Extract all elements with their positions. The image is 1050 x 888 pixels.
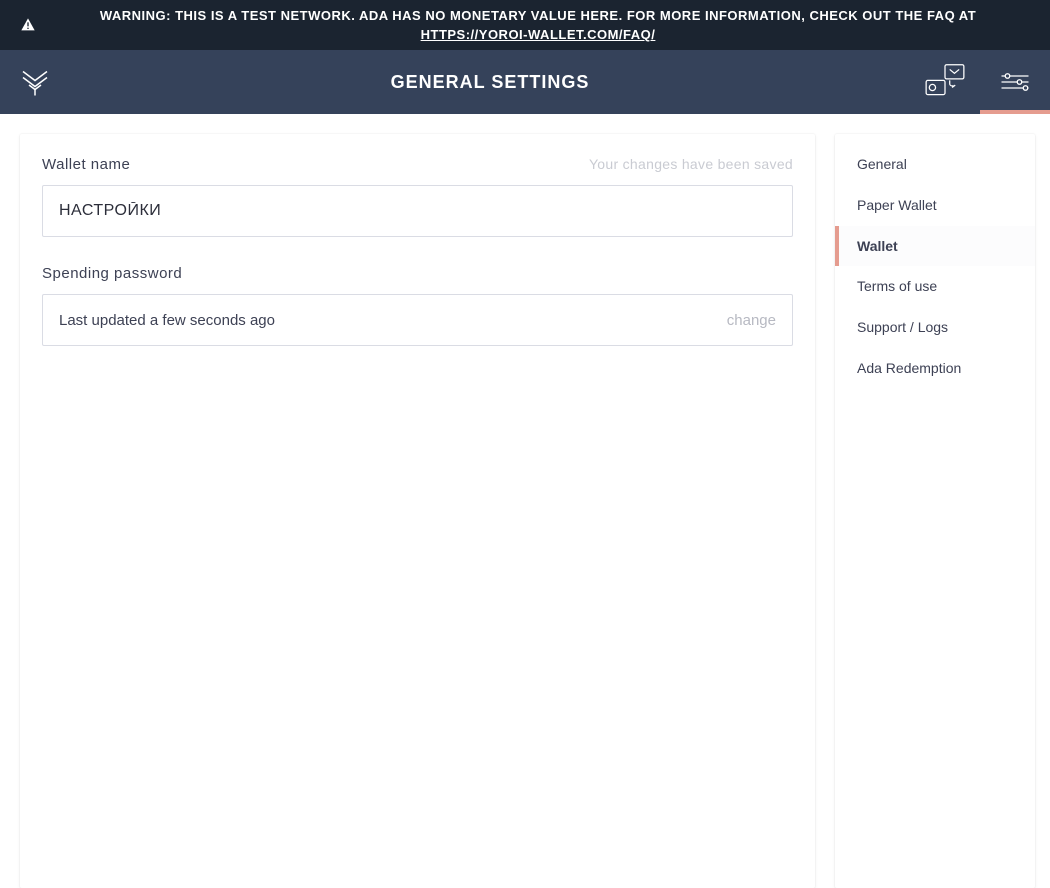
settings-nav: General Paper Wallet Wallet Terms of use…: [835, 134, 1035, 389]
nav-item-support-logs[interactable]: Support / Logs: [835, 307, 1035, 348]
change-password-link[interactable]: change: [727, 312, 776, 329]
wallet-name-label-row: Wallet name Your changes have been saved: [42, 156, 793, 173]
wallet-name-label: Wallet name: [42, 156, 130, 173]
topbar-actions: [910, 50, 1050, 114]
topbar: GENERAL SETTINGS: [0, 50, 1050, 114]
settings-main-card: Wallet name Your changes have been saved…: [20, 134, 815, 888]
page-title: GENERAL SETTINGS: [70, 50, 910, 114]
warning-text-wrap: WARNING: THIS IS A TEST NETWORK. ADA HAS…: [46, 6, 1030, 45]
nav-item-paper-wallet[interactable]: Paper Wallet: [835, 185, 1035, 226]
spending-password-status: Last updated a few seconds ago: [59, 312, 275, 329]
warning-text: WARNING: THIS IS A TEST NETWORK. ADA HAS…: [100, 8, 976, 23]
nav-item-terms-of-use[interactable]: Terms of use: [835, 266, 1035, 307]
spending-password-label-row: Spending password: [42, 265, 793, 282]
nav-item-wallet[interactable]: Wallet: [835, 226, 1035, 267]
spending-password-box: Last updated a few seconds ago change: [42, 294, 793, 346]
settings-sidebar: General Paper Wallet Wallet Terms of use…: [835, 134, 1035, 888]
wallet-name-group: Wallet name Your changes have been saved: [42, 156, 793, 237]
warning-icon: [20, 17, 36, 33]
warning-faq-link[interactable]: HTTPS://YOROI-WALLET.COM/FAQ/: [421, 27, 656, 42]
settings-sliders-icon: [1000, 72, 1030, 92]
yoroi-logo-icon: [20, 67, 50, 97]
wallet-name-input[interactable]: [42, 185, 793, 237]
wallets-button[interactable]: [910, 50, 980, 114]
body-area: Wallet name Your changes have been saved…: [0, 114, 1050, 888]
nav-item-ada-redemption[interactable]: Ada Redemption: [835, 348, 1035, 389]
spending-password-group: Spending password Last updated a few sec…: [42, 265, 793, 346]
wallets-stack-icon: [923, 63, 967, 101]
spending-password-label: Spending password: [42, 265, 182, 282]
settings-button[interactable]: [980, 50, 1050, 114]
nav-item-general[interactable]: General: [835, 134, 1035, 185]
test-network-warning-banner: WARNING: THIS IS A TEST NETWORK. ADA HAS…: [0, 0, 1050, 50]
app-logo-button[interactable]: [0, 50, 70, 114]
wallet-name-saved-note: Your changes have been saved: [589, 156, 793, 172]
